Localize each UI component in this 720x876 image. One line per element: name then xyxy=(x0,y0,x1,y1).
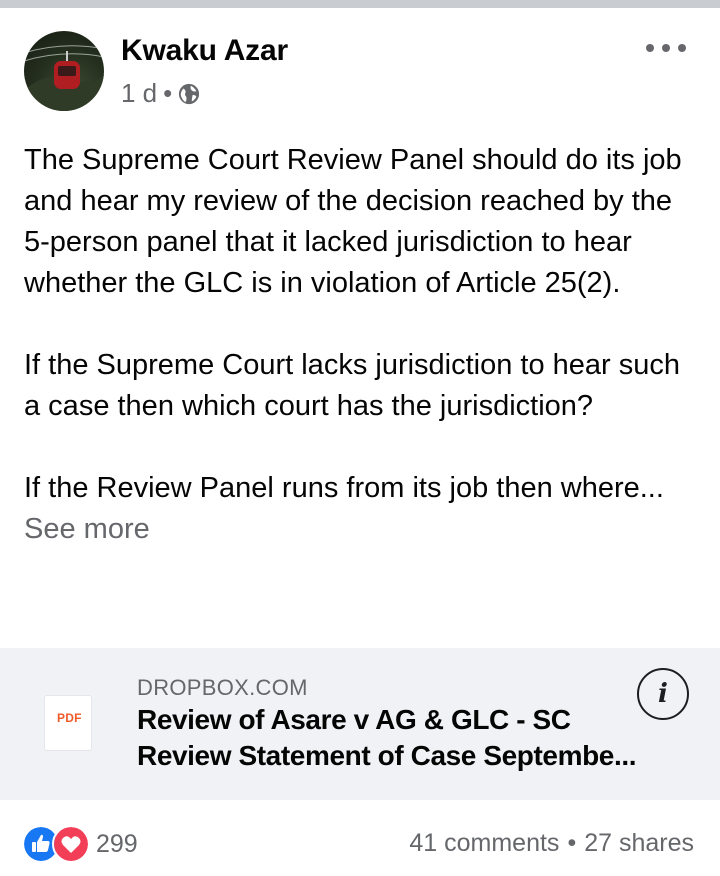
more-dot xyxy=(662,44,670,52)
post-paragraph-2: If the Supreme Court lacks jurisdiction … xyxy=(24,349,681,422)
more-options-icon[interactable] xyxy=(646,36,686,60)
post-paragraph-3: If the Review Panel runs from its job th… xyxy=(24,468,704,550)
avatar-image xyxy=(24,45,104,111)
comments-count[interactable]: 41 comments xyxy=(409,829,559,858)
post-paragraph-3-text: If the Review Panel runs from its job th… xyxy=(24,472,664,504)
love-icon xyxy=(52,825,90,863)
shares-count[interactable]: 27 shares xyxy=(584,829,694,858)
link-title[interactable]: Review of Asare v AG & GLC - SC Review S… xyxy=(137,702,657,774)
author-name[interactable]: Kwaku Azar xyxy=(121,34,288,68)
link-domain: DROPBOX.COM xyxy=(137,675,308,700)
engagement-stats: 41 comments • 27 shares xyxy=(409,829,694,858)
avatar[interactable] xyxy=(24,31,104,111)
post-text: The Supreme Court Review Panel should do… xyxy=(24,140,704,550)
more-dot xyxy=(678,44,686,52)
meta-separator: • xyxy=(163,78,173,108)
post-time[interactable]: 1 d xyxy=(121,78,157,109)
top-divider xyxy=(0,0,720,8)
pdf-badge: PDF xyxy=(57,711,82,725)
info-icon[interactable]: i xyxy=(637,668,689,720)
reaction-count: 299 xyxy=(96,829,138,858)
globe-icon[interactable] xyxy=(178,83,200,105)
post-paragraph-1: The Supreme Court Review Panel should do… xyxy=(24,144,682,299)
more-dot xyxy=(646,44,654,52)
post-meta: 1 d • xyxy=(121,78,200,109)
see-more-link[interactable]: See more xyxy=(24,513,150,545)
stats-separator: • xyxy=(567,829,577,857)
reactions-summary[interactable]: 299 xyxy=(22,825,138,863)
